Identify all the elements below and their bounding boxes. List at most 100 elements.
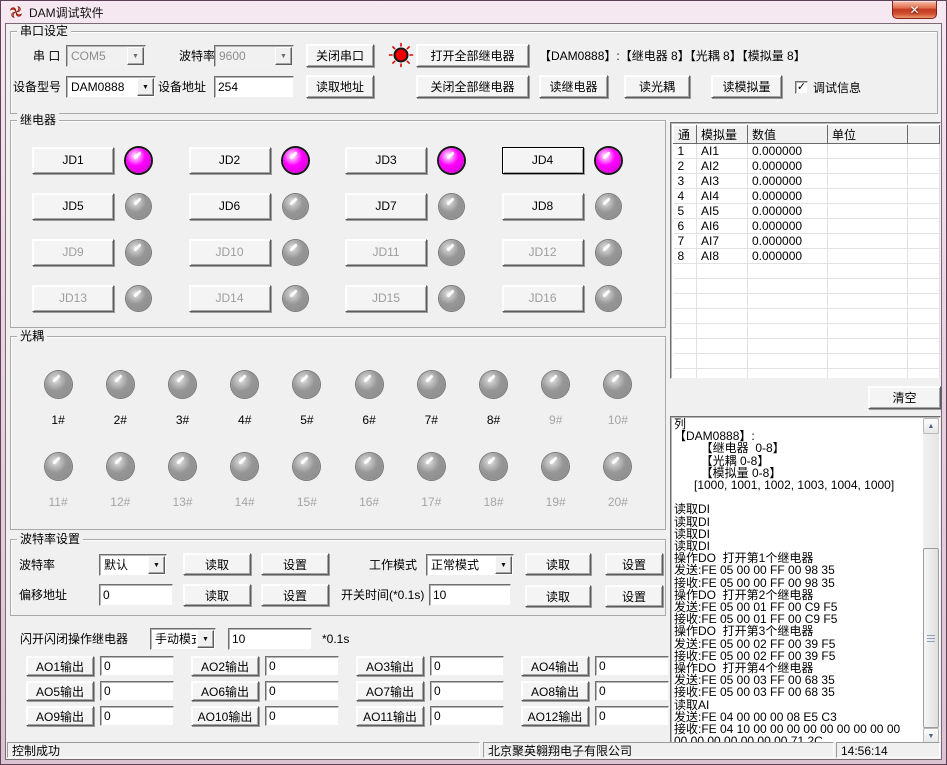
opto-led-6: [356, 371, 383, 398]
log-scrollbar[interactable]: ▲ ▼: [923, 418, 939, 744]
baud-cfg-label: 波特率: [19, 554, 55, 576]
analog-col-header: 单位: [828, 126, 908, 144]
analog-cell: AI8: [697, 249, 748, 264]
baud-select: 9600 ▼: [214, 45, 294, 67]
relay-led-jd4: [596, 148, 621, 173]
relay-button-jd7[interactable]: JD7: [345, 193, 427, 220]
ao-output-input-8[interactable]: [595, 681, 669, 701]
status-message: 控制成功: [7, 742, 480, 758]
ao-output-button-11[interactable]: AO11输出: [356, 706, 424, 726]
ao-output-input-7[interactable]: [430, 681, 504, 701]
model-label: 设备型号: [13, 76, 61, 98]
relay-led-jd9: [126, 240, 151, 265]
relay-button-jd6[interactable]: JD6: [189, 193, 271, 220]
opto-led-13: [169, 453, 196, 480]
analog-cell: [697, 324, 748, 339]
opto-led-17: [418, 453, 445, 480]
opto-label-13: 13#: [172, 495, 192, 509]
baud-cfg-select[interactable]: 默认 ▼: [99, 554, 167, 576]
offset-set-button[interactable]: 设置: [261, 584, 329, 606]
relay-cell: JD15: [338, 275, 495, 321]
switch-time-set-button[interactable]: 设置: [605, 585, 663, 607]
ao-output-button-7[interactable]: AO7输出: [356, 681, 424, 701]
ao-output-input-1[interactable]: [100, 656, 174, 676]
debug-info-checkbox[interactable]: ✓ 调试信息: [795, 76, 861, 98]
relay-button-jd5[interactable]: JD5: [32, 193, 114, 220]
relay-button-jd4[interactable]: JD4: [502, 147, 584, 174]
device-addr-input[interactable]: [214, 76, 294, 98]
opto-cell: 18#: [462, 453, 524, 509]
opto-cell: 9#: [525, 371, 587, 427]
ao-output-cell: AO12输出: [521, 706, 686, 731]
read-relay-button[interactable]: 读继电器: [539, 75, 608, 98]
work-mode-select[interactable]: 正常模式 ▼: [426, 554, 514, 576]
ao-output-input-12[interactable]: [595, 706, 669, 726]
ao-output-button-3[interactable]: AO3输出: [356, 656, 424, 676]
ao-output-button-4[interactable]: AO4输出: [521, 656, 589, 676]
analog-cell: [828, 264, 908, 279]
work-mode-set-button[interactable]: 设置: [605, 553, 663, 575]
relay-group-title: 继电器: [17, 113, 59, 127]
ao-output-input-4[interactable]: [595, 656, 669, 676]
analog-cell: 0.000000: [748, 204, 828, 219]
ao-output-button-5[interactable]: AO5输出: [26, 681, 94, 701]
read-opto-button[interactable]: 读光耦: [624, 75, 690, 98]
ao-output-input-11[interactable]: [430, 706, 504, 726]
baud-set-button[interactable]: 设置: [261, 553, 329, 575]
analog-cell: [828, 339, 908, 354]
relay-button-jd2[interactable]: JD2: [189, 147, 271, 174]
flash-mode-select[interactable]: 手动模式 ▼: [150, 628, 216, 650]
flash-time-input[interactable]: [228, 628, 312, 650]
read-addr-button[interactable]: 读取地址: [306, 75, 374, 98]
clear-log-button[interactable]: 清空: [868, 386, 941, 409]
opto-led-16: [356, 453, 383, 480]
model-select[interactable]: DAM0888 ▼: [66, 76, 156, 98]
ao-output-button-12[interactable]: AO12输出: [521, 706, 589, 726]
ao-output-button-6[interactable]: AO6输出: [191, 681, 259, 701]
work-mode-read-button[interactable]: 读取: [525, 553, 591, 575]
analog-col-header: [908, 126, 940, 144]
analog-cell: [674, 324, 697, 339]
switch-time-read-button[interactable]: 读取: [525, 585, 591, 607]
company-label: 北京聚英翱翔电子有限公司: [483, 742, 834, 758]
ao-output-button-2[interactable]: AO2输出: [191, 656, 259, 676]
ao-output-button-10[interactable]: AO10输出: [191, 706, 259, 726]
check-icon: ✓: [795, 81, 808, 94]
opto-cell: 19#: [525, 453, 587, 509]
ao-output-input-10[interactable]: [265, 706, 339, 726]
ao-output-button-8[interactable]: AO8输出: [521, 681, 589, 701]
read-analog-button[interactable]: 读模拟量: [711, 75, 782, 98]
analog-cell: [828, 174, 908, 189]
ao-output-input-5[interactable]: [100, 681, 174, 701]
flash-operation-row: 闪开闪闭操作继电器 手动模式 ▼ *0.1s: [10, 626, 666, 652]
offset-read-button[interactable]: 读取: [183, 584, 251, 606]
scroll-up-button[interactable]: ▲: [923, 418, 939, 434]
app-window: DAM调试软件 ✕ 串口设定 串 口 COM5 ▼ 波特率 9600 ▼ 关闭串…: [0, 0, 947, 765]
scrollbar-thumb[interactable]: [923, 548, 939, 727]
ao-output-input-9[interactable]: [100, 706, 174, 726]
ao-output-button-1[interactable]: AO1输出: [26, 656, 94, 676]
baud-read-button[interactable]: 读取: [183, 553, 251, 575]
analog-cell: [748, 369, 828, 380]
switch-time-input[interactable]: [429, 584, 511, 606]
analog-cell: [748, 339, 828, 354]
analog-cell: 0.000000: [748, 189, 828, 204]
ao-output-input-6[interactable]: [265, 681, 339, 701]
analog-cell: [908, 204, 940, 219]
close-all-relays-button[interactable]: 关闭全部继电器: [416, 75, 529, 98]
relay-button-jd1[interactable]: JD1: [32, 147, 114, 174]
close-button[interactable]: ✕: [892, 1, 937, 19]
table-row: 1AI10.000000: [674, 144, 940, 159]
relay-led-jd6: [283, 194, 308, 219]
ao-output-input-3[interactable]: [430, 656, 504, 676]
close-port-button[interactable]: 关闭串口: [306, 44, 374, 67]
open-all-relays-button[interactable]: 打开全部继电器: [416, 44, 529, 67]
analog-cell: [908, 234, 940, 249]
ao-output-button-9[interactable]: AO9输出: [26, 706, 94, 726]
relay-button-jd8[interactable]: JD8: [502, 193, 584, 220]
ao-output-input-2[interactable]: [265, 656, 339, 676]
relay-button-jd3[interactable]: JD3: [345, 147, 427, 174]
thumb-grip-icon: [927, 638, 935, 639]
offset-addr-input[interactable]: [99, 584, 173, 606]
analog-cell: [908, 339, 940, 354]
